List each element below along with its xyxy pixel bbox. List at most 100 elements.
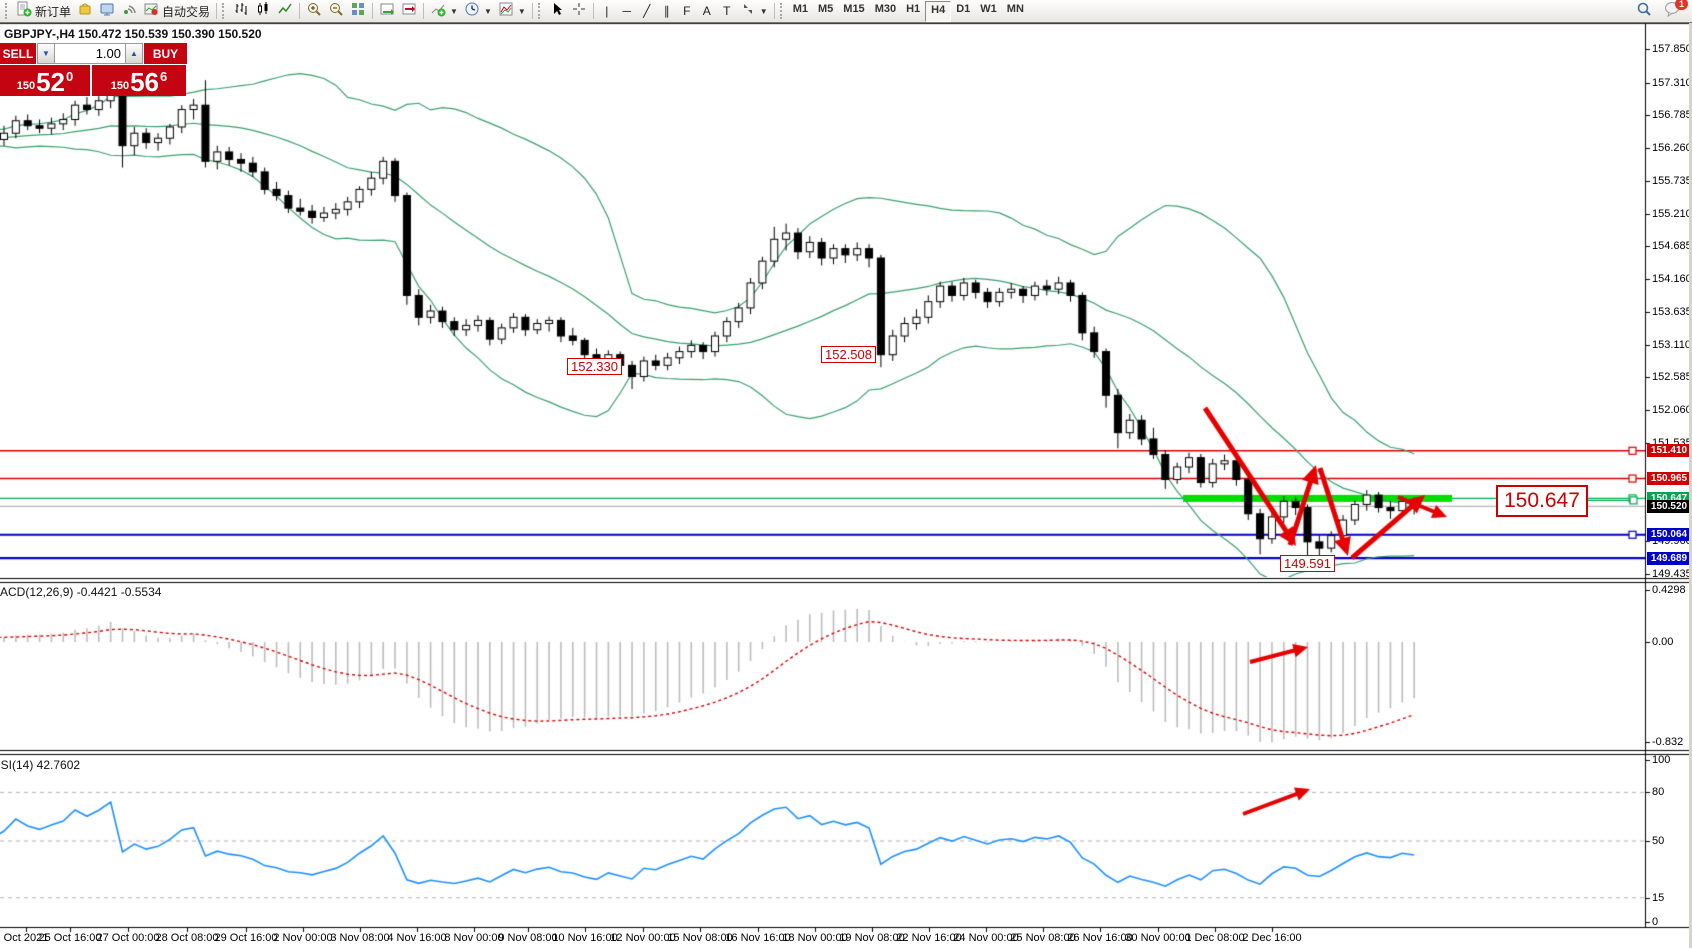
channel-button[interactable]: ∥ [657, 1, 677, 21]
price-axis-tick: 157.850 [1652, 43, 1692, 55]
chevron-down-icon: ▼ [450, 7, 458, 16]
swing-low-annotation[interactable]: 152.508 [821, 346, 876, 363]
trendline-icon: ╱ [643, 4, 650, 18]
notification-count-badge: 1 [1675, 0, 1688, 10]
sell-price-display[interactable]: 150 52 0 [0, 65, 90, 96]
bar-chart-icon [233, 1, 249, 22]
rsi-indicator-label: RSI(14) 42.7602 [0, 758, 280, 772]
notifications-button[interactable]: 1 [1661, 1, 1684, 21]
indicators-button[interactable]: ▼ [427, 1, 461, 21]
tile-windows-button[interactable] [347, 1, 369, 21]
zoom-in-icon [306, 1, 322, 22]
price-chart-canvas[interactable] [0, 0, 1692, 948]
macd-indicator-label: MACD(12,26,9) -0.4421 -0.5534 [0, 585, 280, 599]
bar-chart-button[interactable] [230, 1, 252, 21]
macd-axis-label: 0.4298 [1652, 584, 1686, 596]
tile-windows-icon [350, 1, 366, 22]
price-marker-badge: 150.520 [1647, 500, 1691, 513]
crosshair-button[interactable] [568, 1, 590, 21]
paint-icon [77, 1, 93, 22]
timeframe-button-H4[interactable]: H4 [925, 1, 951, 22]
text-button[interactable]: A [697, 1, 717, 21]
trendline-button[interactable]: ╱ [637, 1, 657, 21]
macd-axis-label: 0.00 [1652, 636, 1673, 648]
zoom-out-icon [328, 1, 344, 22]
chart-shift-icon [401, 1, 417, 22]
zoom-out-button[interactable] [325, 1, 347, 21]
price-marker-badge: 151.410 [1647, 444, 1691, 457]
periods-button[interactable]: ▼ [461, 1, 495, 21]
zoom-in-button[interactable] [303, 1, 325, 21]
line-chart-icon [277, 1, 293, 22]
timeframe-button-M30[interactable]: M30 [870, 1, 901, 20]
price-marker-badge: 150.965 [1647, 472, 1691, 485]
buy-price-big: 56 [130, 70, 159, 94]
horizontal-line-button[interactable]: ─ [617, 1, 637, 21]
cursor-button[interactable] [546, 1, 568, 21]
price-axis-tick: 153.110 [1652, 339, 1691, 351]
swing-low-annotation[interactable]: 152.330 [567, 358, 622, 375]
volume-decrement-button[interactable]: ▼ [37, 43, 55, 64]
toolbar-grip[interactable] [538, 3, 543, 19]
buy-price-display[interactable]: 150 56 6 [92, 65, 186, 96]
price-axis-tick: 152.585 [1652, 371, 1692, 383]
fibonacci-icon: F [683, 4, 690, 18]
text-icon: A [703, 4, 711, 18]
timeframe-button-D1[interactable]: D1 [951, 1, 975, 20]
swing-low-annotation[interactable]: 149.591 [1280, 555, 1335, 572]
timeframe-button-M5[interactable]: M5 [813, 1, 838, 20]
time-axis-label: 2 Dec 16:00 [1217, 932, 1327, 944]
add-indicator-icon [430, 1, 446, 22]
text-label-button[interactable]: T [717, 1, 737, 21]
chart-properties-button[interactable] [74, 1, 96, 21]
timeframe-group: M1M5M15M30H1H4D1W1MN [788, 1, 1029, 22]
timeframe-button-W1[interactable]: W1 [975, 1, 1002, 20]
cursor-icon [549, 1, 565, 22]
price-axis-tick: 154.685 [1652, 240, 1692, 252]
new-order-button[interactable]: 新订单 [13, 1, 74, 21]
timeframe-button-M1[interactable]: M1 [788, 1, 813, 20]
volume-input[interactable] [55, 43, 125, 64]
rsi-axis-label: 100 [1652, 754, 1670, 766]
auto-scroll-icon [379, 1, 395, 22]
chevron-down-icon: ▼ [484, 7, 492, 16]
price-axis-tick: 153.635 [1652, 306, 1692, 318]
timeframe-button-M15[interactable]: M15 [838, 1, 869, 20]
line-chart-button[interactable] [274, 1, 296, 21]
price-axis-tick: 155.210 [1652, 208, 1692, 220]
price-axis-tick: 157.310 [1652, 77, 1692, 89]
rsi-axis-label: 80 [1652, 786, 1664, 798]
rsi-axis-label: 15 [1652, 892, 1664, 904]
buy-button[interactable]: BUY [144, 43, 187, 64]
price-marker-badge: 149.689 [1647, 552, 1691, 565]
search-button[interactable] [1633, 1, 1655, 21]
resistance-price-callout[interactable]: 150.647 [1496, 485, 1588, 517]
signals-button[interactable] [118, 1, 140, 21]
templates-button[interactable]: ▼ [495, 1, 529, 21]
auto-scroll-button[interactable] [376, 1, 398, 21]
vertical-line-icon: | [605, 4, 608, 18]
toolbar-grip[interactable] [5, 3, 10, 19]
autotrading-label: 自动交易 [162, 3, 210, 20]
candlestick-chart-button[interactable] [252, 1, 274, 21]
price-marker-badge: 150.064 [1647, 528, 1691, 541]
toolbar-grip[interactable] [780, 3, 785, 19]
rsi-axis-label: 0 [1652, 916, 1658, 928]
autotrading-icon [143, 1, 159, 22]
one-click-trade-panel: SELL ▼ ▲ BUY 150 52 0 150 56 6 [0, 43, 190, 96]
chevron-down-icon: ▼ [760, 7, 768, 16]
autotrading-button[interactable]: 自动交易 [140, 1, 213, 21]
sell-button[interactable]: SELL [0, 43, 37, 64]
timeframe-button-MN[interactable]: MN [1002, 1, 1029, 20]
fibonacci-button[interactable]: F [677, 1, 697, 21]
price-axis-tick: 156.785 [1652, 109, 1692, 121]
timeframe-button-H1[interactable]: H1 [901, 1, 925, 20]
signal-icon [121, 1, 137, 22]
toolbar-grip[interactable] [222, 3, 227, 19]
arrows-button[interactable]: ▼ [737, 1, 771, 21]
market-watch-button[interactable] [96, 1, 118, 21]
symbol-ohlc-label: GBPJPY-,H4 150.472 150.539 150.390 150.5… [4, 27, 262, 41]
chart-shift-button[interactable] [398, 1, 420, 21]
vertical-line-button[interactable]: | [597, 1, 617, 21]
volume-increment-button[interactable]: ▲ [125, 43, 143, 64]
